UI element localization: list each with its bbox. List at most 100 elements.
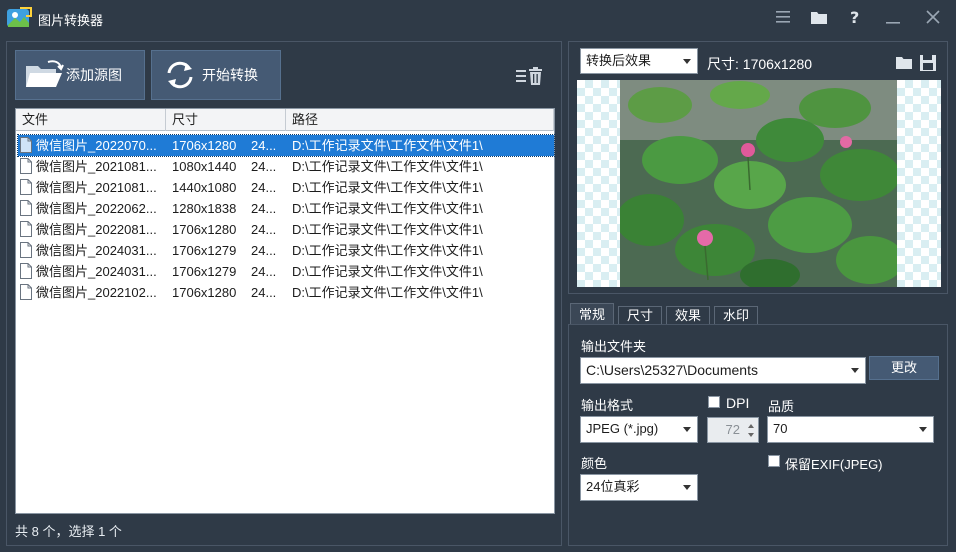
table-row[interactable]: 微信图片_2021081... 1440x1080 24... D:\工作记录文件\工…: [18, 177, 554, 198]
close-icon[interactable]: [922, 6, 944, 28]
table-row[interactable]: 微信图片_2024031... 1706x1279 24... D:\工作记录文件\工…: [18, 261, 554, 282]
chevron-down-icon: [851, 368, 859, 373]
path-cell: D:\工作记录文件\工作文件\文件1\: [292, 138, 483, 153]
preview-canvas: [577, 80, 941, 287]
title-bar: 图片转换器 ?: [0, 0, 956, 36]
size-cell: 1706x1280: [172, 285, 237, 300]
change-folder-button[interactable]: 更改: [869, 356, 939, 380]
preview-mode-value: 转换后效果: [586, 53, 652, 68]
column-header-file[interactable]: 文件: [16, 109, 166, 131]
extra-cell: 24...: [251, 201, 277, 216]
table-row[interactable]: 微信图片_2022081... 1706x1280 24... D:\工作记录文件\工…: [18, 219, 554, 240]
table-row[interactable]: 微信图片_2021081... 1080x1440 24... D:\工作记录文件\工…: [18, 156, 554, 177]
save-icon[interactable]: [919, 54, 937, 72]
dpi-checkbox[interactable]: [708, 396, 720, 408]
file-name-cell: 微信图片_2024031...: [36, 243, 157, 258]
minimize-icon[interactable]: [882, 6, 904, 28]
path-cell: D:\工作记录文件\工作文件\文件1\: [292, 285, 483, 300]
open-folder-icon: [22, 60, 66, 90]
output-format-select[interactable]: JPEG (*.jpg): [580, 416, 698, 443]
tab-watermark[interactable]: 水印: [714, 306, 759, 325]
size-cell: 1706x1280: [172, 222, 237, 237]
app-title: 图片转换器: [38, 13, 104, 28]
extra-cell: 24...: [251, 180, 277, 195]
path-cell: D:\工作记录文件\工作文件\文件1\: [292, 159, 483, 174]
file-icon: [20, 158, 32, 174]
dpi-stepper[interactable]: 72: [707, 417, 759, 443]
path-cell: D:\工作记录文件\工作文件\文件1\: [292, 264, 483, 279]
file-name-cell: 微信图片_2021081...: [36, 180, 157, 195]
file-icon: [20, 179, 32, 195]
extra-cell: 24...: [251, 159, 277, 174]
table-row[interactable]: 微信图片_2024031... 1706x1279 24... D:\工作记录文件\工…: [18, 240, 554, 261]
settings-panel: 输出文件夹 C:\Users\25327\Documents 更改 输出格式 J…: [568, 324, 948, 546]
folder-icon[interactable]: [808, 6, 830, 28]
preview-panel: 转换后效果 尺寸: 1706x1280: [568, 41, 948, 294]
image-size-label: 尺寸: 1706x1280: [707, 56, 813, 72]
extra-cell: 24...: [251, 264, 277, 279]
app-logo-icon: [7, 7, 32, 27]
clear-list-icon[interactable]: [515, 66, 545, 88]
add-source-label: 添加源图: [66, 67, 122, 83]
color-select[interactable]: 24位真彩: [580, 474, 698, 501]
keep-exif-label: 保留EXIF(JPEG): [785, 457, 883, 472]
file-icon: [20, 137, 32, 153]
preview-image: [620, 80, 897, 287]
output-folder-value: C:\Users\25327\Documents: [586, 362, 758, 378]
color-value: 24位真彩: [586, 479, 640, 494]
column-header-path[interactable]: 路径: [286, 109, 554, 131]
file-icon: [20, 221, 32, 237]
table-row[interactable]: 微信图片_2022062... 1280x1838 24... D:\工作记录文件\工…: [18, 198, 554, 219]
quality-value: 70: [773, 421, 788, 436]
file-icon: [20, 263, 32, 279]
chevron-down-icon: [683, 485, 691, 490]
output-folder-select[interactable]: C:\Users\25327\Documents: [580, 357, 866, 384]
menu-icon[interactable]: [772, 6, 794, 28]
start-convert-label: 开始转换: [202, 67, 258, 83]
chevron-down-icon: [683, 427, 691, 432]
file-name-cell: 微信图片_2022070...: [36, 138, 157, 153]
table-row[interactable]: 微信图片_2022102... 1706x1280 24... D:\工作记录文件\工…: [18, 282, 554, 303]
file-name-cell: 微信图片_2022062...: [36, 201, 157, 216]
add-source-button[interactable]: 添加源图: [15, 50, 145, 100]
preview-mode-select[interactable]: 转换后效果: [580, 48, 698, 74]
stepper-down-icon[interactable]: [748, 433, 754, 437]
list-header: 文件 尺寸 路径: [16, 109, 554, 131]
extra-cell: 24...: [251, 285, 277, 300]
path-cell: D:\工作记录文件\工作文件\文件1\: [292, 222, 483, 237]
file-icon: [20, 242, 32, 258]
size-cell: 1440x1080: [172, 180, 237, 195]
table-row[interactable]: 微信图片_2022070... 1706x1280 24... D:\工作记录文件\工…: [17, 134, 555, 157]
extra-cell: 24...: [251, 243, 277, 258]
stepper-up-icon[interactable]: [748, 424, 754, 428]
refresh-icon: [158, 60, 202, 90]
file-list[interactable]: 文件 尺寸 路径 微信图片_2022070... 1706x1280 24... D:…: [15, 108, 555, 514]
keep-exif-checkbox[interactable]: [768, 455, 780, 467]
file-icon: [20, 284, 32, 300]
file-name-cell: 微信图片_2021081...: [36, 159, 157, 174]
file-name-cell: 微信图片_2022102...: [36, 285, 157, 300]
status-text: 共 8 个，选择 1 个: [15, 524, 122, 539]
dpi-value: 72: [725, 422, 740, 437]
path-cell: D:\工作记录文件\工作文件\文件1\: [292, 180, 483, 195]
chevron-down-icon: [683, 59, 691, 64]
tab-general[interactable]: 常规: [570, 303, 615, 325]
path-cell: D:\工作记录文件\工作文件\文件1\: [292, 243, 483, 258]
start-convert-button[interactable]: 开始转换: [151, 50, 281, 100]
size-cell: 1706x1280: [172, 138, 237, 153]
output-format-value: JPEG (*.jpg): [586, 421, 659, 436]
tab-effects[interactable]: 效果: [666, 306, 711, 325]
column-header-size[interactable]: 尺寸: [166, 109, 286, 131]
chevron-down-icon: [919, 427, 927, 432]
output-format-label: 输出格式: [581, 398, 634, 413]
dpi-label: DPI: [726, 395, 750, 411]
open-folder-icon[interactable]: [895, 54, 913, 72]
tab-size[interactable]: 尺寸: [618, 306, 663, 325]
quality-select[interactable]: 70: [767, 416, 934, 443]
help-icon[interactable]: ?: [844, 6, 866, 28]
source-panel: 添加源图 开始转换 文件 尺寸 路径 微信图片_2022070... 1706x1…: [6, 41, 562, 546]
path-cell: D:\工作记录文件\工作文件\文件1\: [292, 201, 483, 216]
output-folder-label: 输出文件夹: [581, 339, 647, 354]
extra-cell: 24...: [251, 138, 277, 153]
svg-text:?: ?: [850, 9, 859, 25]
